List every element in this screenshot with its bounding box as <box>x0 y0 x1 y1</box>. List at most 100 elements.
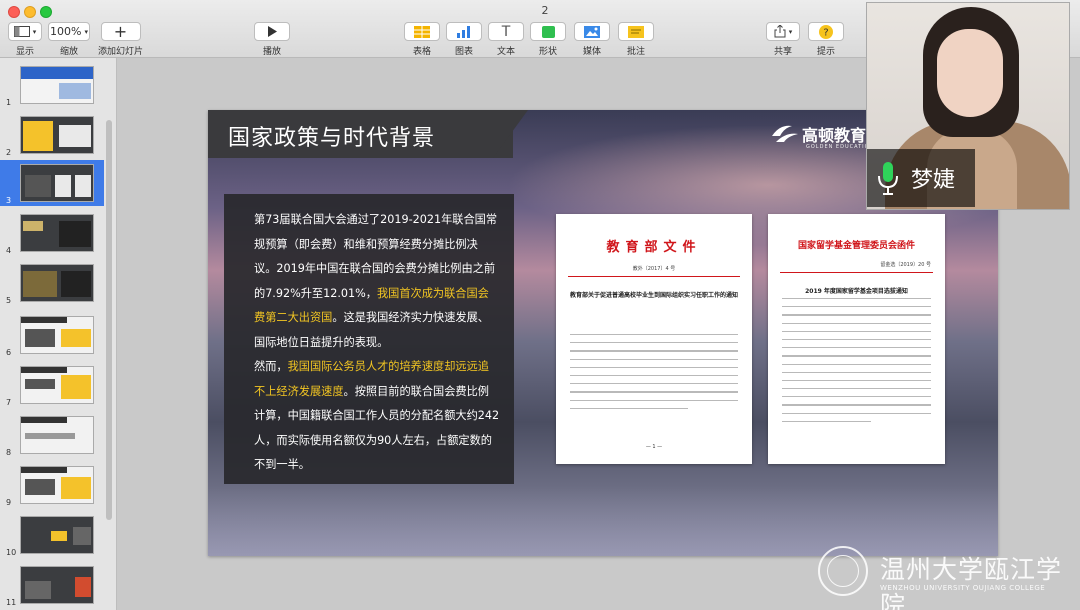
zoom-control[interactable]: 100% ▾ 缩放 <box>48 22 90 57</box>
doc-header: 教育部文件 <box>606 240 702 255</box>
slide-title: 国家政策与时代背景 <box>228 126 436 151</box>
view-label: 显示 <box>15 47 34 57</box>
table-button[interactable] <box>404 22 440 41</box>
doc-header: 国家留学基金管理委员会函件 <box>797 241 915 251</box>
doc-body-lines <box>570 334 738 416</box>
slide-thumbnail[interactable]: 2 <box>0 112 104 158</box>
slide-preview <box>20 516 94 554</box>
add-slide-label: 添加幻灯片 <box>98 47 144 57</box>
minimize-window-button[interactable] <box>24 6 36 18</box>
presenter-face <box>937 29 1003 117</box>
table-control[interactable]: 表格 <box>404 22 440 57</box>
share-control[interactable]: ▾ 共享 <box>766 22 800 57</box>
media-control[interactable]: 媒体 <box>574 22 610 57</box>
slide-thumbnail[interactable]: 6 <box>0 312 104 358</box>
shape-button[interactable] <box>530 22 566 41</box>
slide-preview <box>20 566 94 604</box>
university-watermark: 温州大学瓯江学院 WENZHOU UNIVERSITY OUJIANG COLL… <box>818 546 1070 610</box>
slide-number: 3 <box>6 196 12 205</box>
slide-number: 10 <box>6 548 17 557</box>
media-button[interactable] <box>574 22 610 41</box>
chart-label: 图表 <box>454 47 473 57</box>
table-icon <box>414 25 430 38</box>
speaker-name: 梦婕 <box>911 168 956 193</box>
tips-button[interactable]: ? <box>808 22 844 41</box>
slide-thumbnail[interactable]: 5 <box>0 260 104 306</box>
chevron-down-icon: ▾ <box>788 27 793 36</box>
tips-control[interactable]: ? 提示 <box>808 22 844 57</box>
doc-subject: 教育部关于促进普通高校毕业生到国际组织实习任职工作的通知 <box>570 292 739 299</box>
slide-navigator: 1 2 3 4 5 6 7 8 9 10 11 <box>0 58 117 610</box>
company-logo: 高顿教育 <box>770 122 866 146</box>
text-icon: T <box>501 23 511 40</box>
logo-text: 高顿教育 <box>802 126 867 145</box>
slide-thumbnail[interactable]: 7 <box>0 362 104 408</box>
chart-icon <box>457 25 470 38</box>
watermark-name: 温州大学瓯江学院 <box>880 555 1063 610</box>
slide-number: 1 <box>6 98 12 107</box>
view-button[interactable]: ▾ <box>8 22 42 41</box>
play-icon <box>268 26 277 37</box>
add-slide-control[interactable]: + 添加幻灯片 <box>98 22 143 57</box>
shape-label: 形状 <box>538 47 557 57</box>
zoom-window-button[interactable] <box>40 6 52 18</box>
doc-body-lines <box>782 298 931 429</box>
slide-thumbnail[interactable]: 4 <box>0 210 104 256</box>
slide-thumbnail[interactable]: 8 <box>0 412 104 458</box>
slide-number: 6 <box>6 348 12 357</box>
plus-icon: + <box>113 22 128 41</box>
play-control[interactable]: 播放 <box>254 22 290 57</box>
comment-icon <box>628 25 644 38</box>
doc-number: 留金选〔2019〕20 号 <box>880 262 931 268</box>
text-control[interactable]: T 文本 <box>488 22 524 57</box>
slide-number: 7 <box>6 398 12 407</box>
slide-preview <box>20 316 94 354</box>
university-seal-icon <box>818 546 868 596</box>
chevron-down-icon: ▾ <box>32 27 37 36</box>
play-button[interactable] <box>254 22 290 41</box>
slide-thumbnail[interactable]: 10 <box>0 512 104 558</box>
slide-thumbnail-selected[interactable]: 3 <box>0 160 104 206</box>
slide-preview <box>20 116 94 154</box>
paragraph-1: 第73届联合国大会通过了2019-2021年联合国常规预算（即会费）和维和预算经… <box>254 213 498 349</box>
comment-control[interactable]: 批注 <box>618 22 654 57</box>
zoom-value: 100% <box>50 25 82 38</box>
slide-thumbnail[interactable]: 11 <box>0 562 104 608</box>
share-icon <box>774 25 786 38</box>
watermark-subtext: WENZHOU UNIVERSITY OUJIANG COLLEGE <box>880 584 1046 592</box>
slide-preview <box>20 466 94 504</box>
text-button[interactable]: T <box>488 22 524 41</box>
zoom-select[interactable]: 100% ▾ <box>48 22 90 41</box>
view-control[interactable]: ▾ 显示 <box>8 22 42 57</box>
shape-icon <box>541 25 555 38</box>
comment-button[interactable] <box>618 22 654 41</box>
media-icon <box>584 25 600 38</box>
svg-text:?: ? <box>823 27 828 38</box>
doc-number: 教外〔2017〕4 号 <box>632 266 676 272</box>
webcam-video: 梦婕 <box>866 2 1070 210</box>
sidebar-scrollbar[interactable] <box>106 120 112 520</box>
slide-text-panel: 第73届联合国大会通过了2019-2021年联合国常规预算（即会费）和维和预算经… <box>224 194 514 484</box>
slide-preview <box>20 264 94 302</box>
share-button[interactable]: ▾ <box>766 22 800 41</box>
slide-preview <box>20 416 94 454</box>
logo-icon <box>772 125 798 142</box>
add-slide-button[interactable]: + <box>100 22 141 41</box>
close-window-button[interactable] <box>8 6 20 18</box>
chart-control[interactable]: 图表 <box>446 22 482 57</box>
doc-page-number: — 1 — <box>645 444 663 450</box>
slide-preview <box>20 214 94 252</box>
shape-control[interactable]: 形状 <box>530 22 566 57</box>
zoom-label: 缩放 <box>59 47 78 57</box>
media-label: 媒体 <box>582 47 601 57</box>
chevron-down-icon: ▾ <box>84 27 88 36</box>
document-title: 2 <box>541 4 549 17</box>
slide-number: 2 <box>6 148 12 157</box>
slide-thumbnail[interactable]: 1 <box>0 62 104 108</box>
slide-thumbnail[interactable]: 9 <box>0 462 104 508</box>
sidebar-view-icon <box>13 26 30 37</box>
chart-button[interactable] <box>446 22 482 41</box>
paragraph-2: 然而，我国国际公务员人才的培养速度却远远追不上经济发展速度。按照目前的联合国会费… <box>254 360 500 471</box>
question-icon: ? <box>819 24 833 39</box>
slide-number: 9 <box>6 498 12 507</box>
